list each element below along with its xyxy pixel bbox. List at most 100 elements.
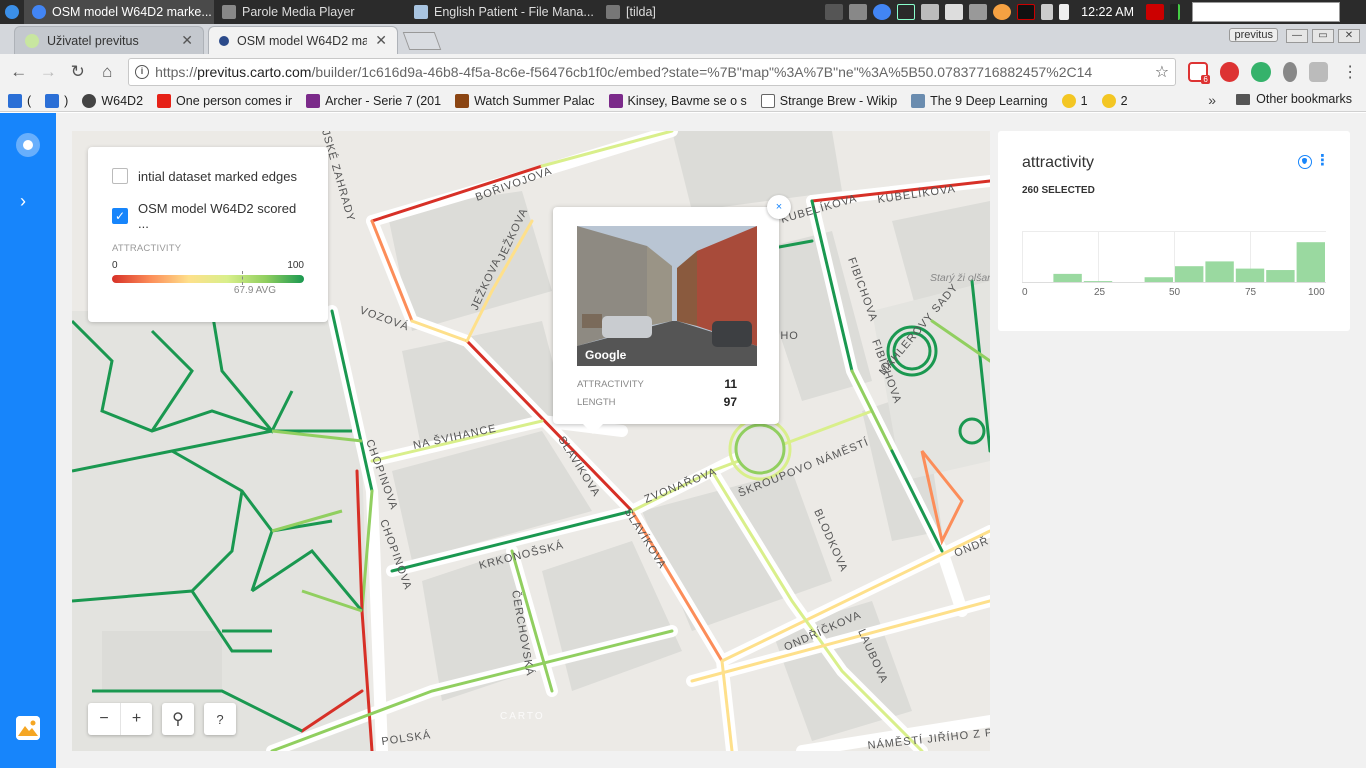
legend-avg: 67.9 AVG: [233, 285, 276, 296]
search-icon[interactable]: ⚲: [162, 703, 194, 735]
legend-avg-marker: [242, 271, 244, 285]
bookmark-label: Watch Summer Palac: [474, 93, 595, 108]
axis-tick: 100: [1308, 287, 1325, 298]
bookmark-label: One person comes ir: [176, 93, 293, 108]
street-label: POLSKÁ: [381, 728, 432, 748]
close-window-button[interactable]: ✕: [1338, 29, 1360, 43]
url-text[interactable]: https://previtus.carto.com/builder/1c616…: [155, 64, 1149, 80]
bookmarks-overflow-button[interactable]: »: [1208, 92, 1216, 108]
camera-icon[interactable]: [849, 4, 868, 20]
histogram-axis: 0 25 50 75 100: [998, 131, 1350, 331]
chrome-tray-icon[interactable]: [873, 4, 892, 20]
taskbar-app-chrome[interactable]: OSM model W64D2 marke...: [24, 0, 214, 24]
bookmark-star-icon[interactable]: ☆: [1155, 62, 1169, 82]
info-icon[interactable]: i: [135, 65, 150, 79]
bookmark-item[interactable]: Kinsey, Bavme se o s: [608, 93, 747, 108]
address-bar: ← → ↻ ⌂ i https://previtus.carto.com/bui…: [0, 54, 1366, 90]
lightbulb-icon[interactable]: [1283, 62, 1297, 82]
pycharm-icon[interactable]: [897, 4, 916, 20]
popup-value: 11: [724, 377, 737, 391]
chevron-right-icon[interactable]: ›: [20, 191, 26, 212]
carto-sidebar: ›: [0, 113, 56, 768]
smiley-icon: [1101, 93, 1116, 108]
axis-tick: 75: [1245, 287, 1257, 298]
start-menu-icon[interactable]: [0, 0, 24, 24]
tab-osm-model[interactable]: OSM model W64D2 ma ✕: [208, 26, 398, 54]
terminal-tray-icon[interactable]: [825, 4, 844, 20]
tab-label: OSM model W64D2 ma: [237, 33, 368, 48]
close-icon[interactable]: ×: [767, 195, 791, 219]
back-icon[interactable]: ←: [6, 59, 32, 85]
bookmark-item[interactable]: (: [8, 93, 31, 108]
tab-strip: Uživatel previtus ✕ OSM model W64D2 ma ✕: [0, 24, 1366, 54]
close-icon[interactable]: ✕: [181, 32, 193, 49]
taskbar-app-parole[interactable]: Parole Media Player: [214, 0, 406, 24]
settings-icon[interactable]: [969, 4, 988, 20]
folder-icon: [1236, 93, 1251, 105]
bookmark-icon: [455, 93, 470, 108]
tray-search-field[interactable]: [1192, 2, 1340, 22]
taskbar-app-file-manager[interactable]: English Patient - File Mana...: [406, 0, 598, 24]
close-icon[interactable]: ✕: [375, 32, 387, 49]
tex-icon[interactable]: [921, 4, 940, 20]
taskbar-app-terminal[interactable]: [tilda]: [598, 0, 788, 24]
home-icon[interactable]: ⌂: [95, 59, 121, 85]
layer-toggle-osm[interactable]: ✓ OSM model W64D2 scored ...: [112, 201, 304, 231]
extension-icon[interactable]: [1308, 62, 1329, 82]
url-input[interactable]: i https://previtus.carto.com/builder/1c6…: [128, 58, 1177, 86]
editor-icon[interactable]: [945, 4, 964, 20]
layer-label: OSM model W64D2 scored ...: [138, 201, 297, 231]
other-bookmarks-folder[interactable]: Other bookmarks: [1236, 92, 1352, 106]
profile-badge[interactable]: previtus: [1229, 28, 1278, 42]
bookmark-label: W64D2: [101, 93, 144, 108]
layer-label: intial dataset marked edges: [138, 168, 297, 184]
bookmark-item[interactable]: 1: [1061, 93, 1088, 108]
map-canvas[interactable]: BOŘIVOJOVA JEŽKOVA JEŽKOVA VOZOVÁ NA ŠVI…: [72, 131, 990, 751]
folder-icon: [414, 5, 428, 19]
bookmark-item[interactable]: Strange Brew - Wikip: [760, 93, 897, 108]
popup-row: ATTRACTIVITY 11: [577, 377, 737, 391]
bookmark-label: Kinsey, Bavme se o s: [627, 93, 747, 108]
layer-dot-icon[interactable]: [16, 133, 40, 157]
restore-button[interactable]: ▭: [1312, 29, 1334, 43]
carto-favicon-icon: [219, 35, 229, 46]
battery-icon[interactable]: [1059, 4, 1070, 20]
help-button[interactable]: ?: [204, 703, 236, 735]
grammarly-icon[interactable]: [1251, 62, 1272, 82]
bookmark-item[interactable]: The 9 Deep Learning: [911, 93, 1048, 108]
legend-panel: intial dataset marked edges ✓ OSM model …: [88, 147, 328, 322]
bookmark-item[interactable]: Watch Summer Palac: [455, 93, 595, 108]
zoom-in-button[interactable]: +: [120, 703, 152, 735]
gmail-icon[interactable]: 6: [1188, 62, 1210, 84]
legend-title: ATTRACTIVITY: [112, 243, 182, 254]
taskbar-app-label: OSM model W64D2 marke...: [52, 5, 212, 19]
paw-icon[interactable]: [993, 4, 1012, 20]
bookmark-icon: [8, 93, 22, 108]
tab-uzivatel-previtus[interactable]: Uživatel previtus ✕: [14, 26, 204, 54]
axis-tick: 0: [1022, 287, 1028, 298]
bookmark-item[interactable]: W64D2: [82, 93, 144, 108]
smiley-icon: [1061, 93, 1076, 108]
taskbar-app-label: Parole Media Player: [242, 5, 355, 19]
clock[interactable]: 12:22 AM: [1081, 5, 1134, 19]
zoom-out-button[interactable]: −: [88, 703, 120, 735]
chrome-icon: [32, 5, 46, 19]
map-thumbnail-icon[interactable]: [16, 716, 40, 740]
reload-icon[interactable]: ↻: [65, 59, 91, 85]
checkbox-unchecked[interactable]: [112, 168, 128, 184]
bookmark-item[interactable]: ): [45, 93, 68, 108]
bookmark-item[interactable]: Archer - Serie 7 (201: [306, 93, 441, 108]
checkbox-checked[interactable]: ✓: [112, 208, 128, 224]
carto-favicon-icon: [25, 33, 39, 48]
chrome-menu-icon[interactable]: ⋮: [1340, 62, 1360, 82]
bookmark-item[interactable]: One person comes ir: [157, 93, 293, 108]
cpu-monitor-icon[interactable]: [1017, 4, 1036, 20]
new-tab-button[interactable]: [402, 32, 442, 50]
notification-icon[interactable]: [1146, 4, 1164, 20]
network-icon[interactable]: [1041, 4, 1054, 20]
adblock-icon[interactable]: [1219, 62, 1240, 82]
forward-icon[interactable]: →: [36, 59, 62, 85]
layer-toggle-initial[interactable]: intial dataset marked edges: [112, 163, 304, 189]
minimize-button[interactable]: —: [1286, 29, 1308, 43]
bookmark-item[interactable]: 2: [1101, 93, 1128, 108]
